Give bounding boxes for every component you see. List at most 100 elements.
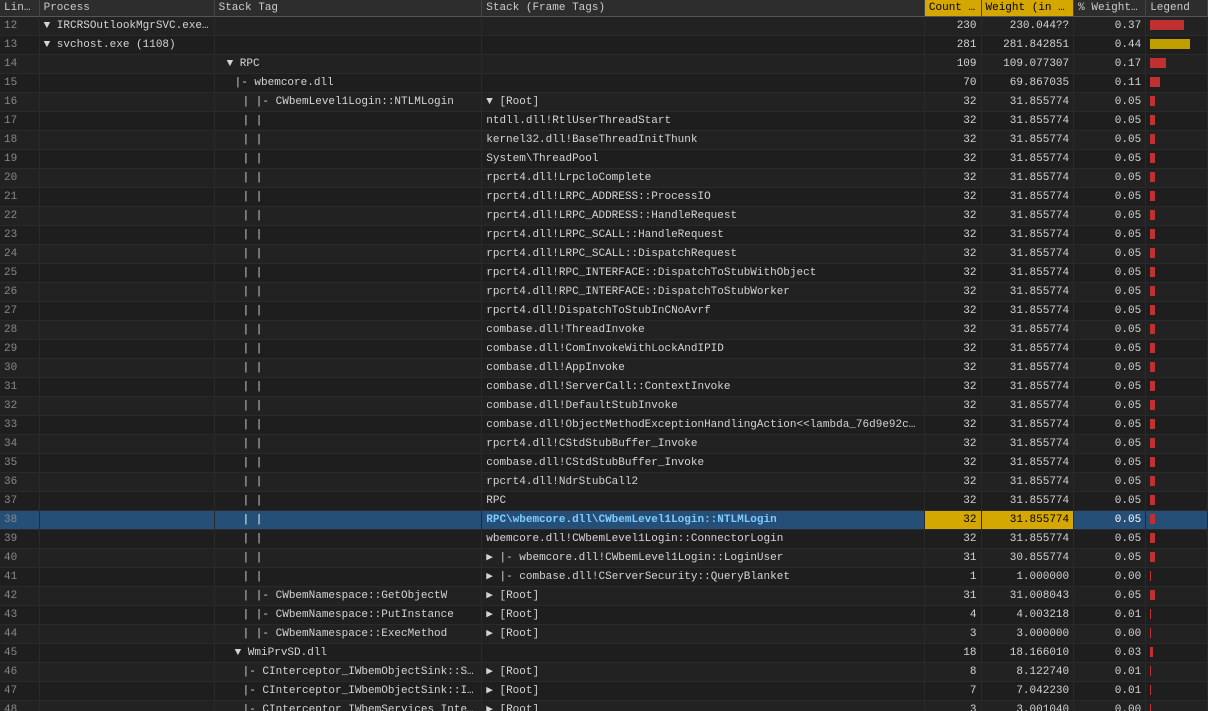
cell-process xyxy=(39,340,214,359)
table-row[interactable]: 24 | |rpcrt4.dll!LRPC_SCALL::DispatchReq… xyxy=(0,245,1208,264)
table-row[interactable]: 27 | |rpcrt4.dll!DispatchToStubInCNoAvrf… xyxy=(0,302,1208,321)
table-row[interactable]: 32 | |combase.dll!DefaultStubInvoke3231.… xyxy=(0,397,1208,416)
table-row[interactable]: 33 | |combase.dll!ObjectMethodExceptionH… xyxy=(0,416,1208,435)
cell-count: 32 xyxy=(924,112,981,131)
col-header-process[interactable]: Process xyxy=(39,0,214,17)
cell-pct: 0.01 xyxy=(1074,606,1146,625)
cell-legend xyxy=(1146,169,1208,188)
table-row[interactable]: 38 | |RPC\wbemcore.dll\CWbemLevel1Login:… xyxy=(0,511,1208,530)
cell-weight: 31.855774 xyxy=(981,188,1074,207)
cell-line: 25 xyxy=(0,264,39,283)
cell-count: 32 xyxy=(924,340,981,359)
table-row[interactable]: 41 | |▶ |- combase.dll!CServerSecurity::… xyxy=(0,568,1208,587)
col-header-weight[interactable]: Weight (in view...) ↑ xyxy=(981,0,1074,17)
table-row[interactable]: 45▼ WmiPrvSD.dll1818.1660100.03 xyxy=(0,644,1208,663)
cell-stack-tag: | | xyxy=(214,226,482,245)
cell-weight: 31.855774 xyxy=(981,511,1074,530)
table-row[interactable]: 42 | |- CWbemNamespace::GetObjectW▶ [Roo… xyxy=(0,587,1208,606)
cell-pct: 0.05 xyxy=(1074,359,1146,378)
cell-stack-tag: | | xyxy=(214,454,482,473)
cell-frame-tags: rpcrt4.dll!LRPC_ADDRESS::HandleRequest xyxy=(482,207,925,226)
cell-line: 42 xyxy=(0,587,39,606)
cell-pct: 0.05 xyxy=(1074,416,1146,435)
table-row[interactable]: 46 |- CInterceptor_IWbemObjectSink::SetS… xyxy=(0,663,1208,682)
table-row[interactable]: 31 | |combase.dll!ServerCall::ContextInv… xyxy=(0,378,1208,397)
table-row[interactable]: 44 | |- CWbemNamespace::ExecMethod▶ [Roo… xyxy=(0,625,1208,644)
cell-frame-tags: rpcrt4.dll!RPC_INTERFACE::DispatchToStub… xyxy=(482,264,925,283)
table-row[interactable]: 48 |- CInterceptor_IWbemServices_Interce… xyxy=(0,701,1208,711)
cell-line: 43 xyxy=(0,606,39,625)
cell-count: 32 xyxy=(924,93,981,112)
cell-weight: 1.000000 xyxy=(981,568,1074,587)
cell-weight: 18.166010 xyxy=(981,644,1074,663)
table-row[interactable]: 34 | |rpcrt4.dll!CStdStubBuffer_Invoke32… xyxy=(0,435,1208,454)
table-row[interactable]: 30 | |combase.dll!AppInvoke3231.8557740.… xyxy=(0,359,1208,378)
cell-pct: 0.05 xyxy=(1074,511,1146,530)
table-row[interactable]: 36 | |rpcrt4.dll!NdrStubCall23231.855774… xyxy=(0,473,1208,492)
table-row[interactable]: 43 | |- CWbemNamespace::PutInstance▶ [Ro… xyxy=(0,606,1208,625)
cell-weight: 31.855774 xyxy=(981,245,1074,264)
cell-weight: 281.842851 xyxy=(981,36,1074,55)
cell-weight: 3.000000 xyxy=(981,625,1074,644)
cell-weight: 31.855774 xyxy=(981,435,1074,454)
col-header-stack-tag[interactable]: Stack Tag xyxy=(214,0,482,17)
table-row[interactable]: 25 | |rpcrt4.dll!RPC_INTERFACE::Dispatch… xyxy=(0,264,1208,283)
cell-stack-tag: | | xyxy=(214,530,482,549)
cell-weight: 31.855774 xyxy=(981,302,1074,321)
table-row[interactable]: 37 | |RPC3231.8557740.05 xyxy=(0,492,1208,511)
cell-process xyxy=(39,283,214,302)
cell-legend xyxy=(1146,340,1208,359)
col-header-frame-tags[interactable]: Stack (Frame Tags) xyxy=(482,0,925,17)
cell-count: 32 xyxy=(924,283,981,302)
table-row[interactable]: 40 | |▶ |- wbemcore.dll!CWbemLevel1Login… xyxy=(0,549,1208,568)
col-header-pct[interactable]: % Weight ↑sum xyxy=(1074,0,1146,17)
cell-process xyxy=(39,150,214,169)
cell-count: 31 xyxy=(924,549,981,568)
table-row[interactable]: 23 | |rpcrt4.dll!LRPC_SCALL::HandleReque… xyxy=(0,226,1208,245)
cell-count: 32 xyxy=(924,302,981,321)
table-row[interactable]: 26 | |rpcrt4.dll!RPC_INTERFACE::Dispatch… xyxy=(0,283,1208,302)
table-row[interactable]: 35 | |combase.dll!CStdStubBuffer_Invoke3… xyxy=(0,454,1208,473)
cell-count: 7 xyxy=(924,682,981,701)
cell-weight: 4.003218 xyxy=(981,606,1074,625)
cell-line: 38 xyxy=(0,511,39,530)
table-row[interactable]: 17 | |ntdll.dll!RtlUserThreadStart3231.8… xyxy=(0,112,1208,131)
cell-process xyxy=(39,397,214,416)
cell-count: 4 xyxy=(924,606,981,625)
cell-line: 19 xyxy=(0,150,39,169)
cell-line: 36 xyxy=(0,473,39,492)
table-row[interactable]: 13▼ svchost.exe (1108)281281.8428510.44 xyxy=(0,36,1208,55)
cell-legend xyxy=(1146,188,1208,207)
cell-count: 32 xyxy=(924,530,981,549)
table-row[interactable]: 21 | |rpcrt4.dll!LRPC_ADDRESS::ProcessIO… xyxy=(0,188,1208,207)
cell-legend xyxy=(1146,55,1208,74)
table-row[interactable]: 22 | |rpcrt4.dll!LRPC_ADDRESS::HandleReq… xyxy=(0,207,1208,226)
col-header-line[interactable]: Line # xyxy=(0,0,39,17)
cell-process xyxy=(39,226,214,245)
cell-weight: 31.855774 xyxy=(981,321,1074,340)
cell-stack-tag: | | xyxy=(214,131,482,150)
table-row[interactable]: 29 | |combase.dll!ComInvokeWithLockAndIP… xyxy=(0,340,1208,359)
table-row[interactable]: 47 |- CInterceptor_IWbemObjectSink::Indi… xyxy=(0,682,1208,701)
col-header-count[interactable]: Count ↑sum xyxy=(924,0,981,17)
cell-frame-tags: System\ThreadPool xyxy=(482,150,925,169)
table-row[interactable]: 14▼ RPC109109.0773070.17 xyxy=(0,55,1208,74)
table-row[interactable]: 19 | |System\ThreadPool3231.8557740.05 xyxy=(0,150,1208,169)
cell-legend xyxy=(1146,283,1208,302)
cell-process xyxy=(39,625,214,644)
table-row[interactable]: 15 |- wbemcore.dll7069.8670350.11 xyxy=(0,74,1208,93)
cell-weight: 31.855774 xyxy=(981,340,1074,359)
table-row[interactable]: 20 | |rpcrt4.dll!LrpcloComplete3231.8557… xyxy=(0,169,1208,188)
table-row[interactable]: 16 | |- CWbemLevel1Login::NTLMLogin▼ [Ro… xyxy=(0,93,1208,112)
cell-line: 44 xyxy=(0,625,39,644)
table-row[interactable]: 39 | |wbemcore.dll!CWbemLevel1Login::Con… xyxy=(0,530,1208,549)
table-row[interactable]: 28 | |combase.dll!ThreadInvoke3231.85577… xyxy=(0,321,1208,340)
table-row[interactable]: 12▼ IRCRSOutlookMgrSVC.exe (224)230230.0… xyxy=(0,17,1208,36)
cell-pct: 0.05 xyxy=(1074,492,1146,511)
cell-weight: 230.044?? xyxy=(981,17,1074,36)
col-header-legend[interactable]: Legend xyxy=(1146,0,1208,17)
cell-count: 32 xyxy=(924,264,981,283)
cell-frame-tags: combase.dll!ThreadInvoke xyxy=(482,321,925,340)
cell-legend xyxy=(1146,321,1208,340)
table-row[interactable]: 18 | |kernel32.dll!BaseThreadInitThunk32… xyxy=(0,131,1208,150)
